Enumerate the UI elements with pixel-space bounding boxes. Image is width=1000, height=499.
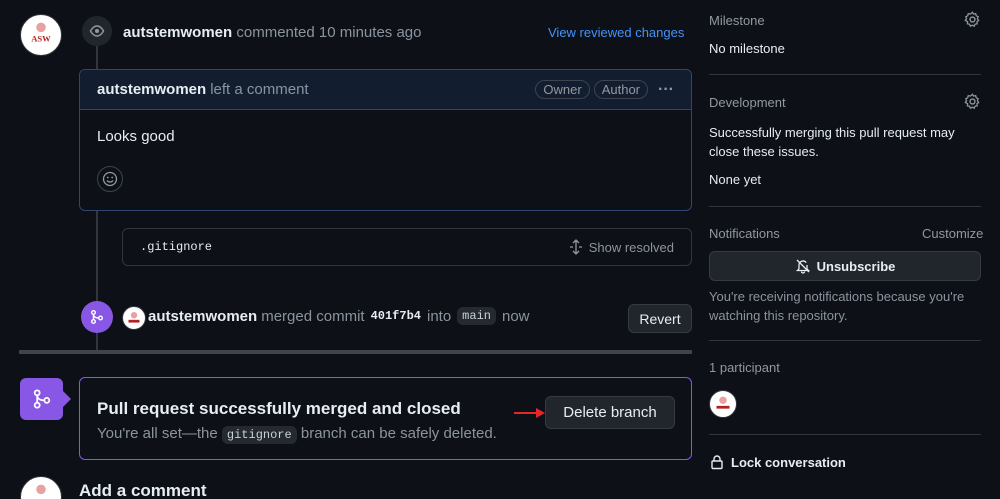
asw-logo-icon: ASW <box>21 15 61 55</box>
add-comment-heading: Add a comment <box>79 481 207 499</box>
notifications-title: Notifications <box>709 226 780 241</box>
merged-text: merged commit <box>261 307 365 325</box>
show-resolved-label: Show resolved <box>588 239 674 255</box>
bell-slash-icon <box>795 259 810 274</box>
lock-label: Lock conversation <box>731 454 846 470</box>
merged-desc: You're all set—the gitignore branch can … <box>97 425 497 444</box>
merged-status-icon <box>20 378 63 420</box>
merged-desc-before: You're all set—the <box>97 425 218 442</box>
author-link[interactable]: autstemwomen <box>97 81 206 98</box>
lock-conversation-link[interactable]: Lock conversation <box>709 454 846 470</box>
merged-title: Pull request successfully merged and clo… <box>97 399 461 418</box>
participant-avatar[interactable] <box>709 390 737 418</box>
participants-title: 1 participant <box>709 360 780 375</box>
merged-badge-icon <box>81 301 113 333</box>
sidebar-divider <box>709 206 981 207</box>
resolved-file-row[interactable]: .gitignore Show resolved <box>122 228 692 266</box>
svg-text:ASW: ASW <box>31 34 51 44</box>
more-options-icon[interactable]: ··· <box>658 81 674 99</box>
author-link[interactable]: autstemwomen <box>148 308 257 325</box>
event-text: commented 10 minutes ago <box>236 24 422 41</box>
comment-box: autstemwomen left a comment Owner Author… <box>79 69 692 211</box>
branch-chip[interactable]: gitignore <box>221 426 297 444</box>
into-text: into <box>426 307 452 325</box>
commit-link[interactable]: 401f7b4 <box>371 309 421 323</box>
unsubscribe-button[interactable]: Unsubscribe <box>709 251 981 281</box>
merged-box: Pull request successfully merged and clo… <box>79 377 692 460</box>
asw-logo-icon <box>21 477 61 499</box>
time-text: now <box>501 307 530 325</box>
unsubscribe-label: Unsubscribe <box>816 258 896 274</box>
milestone-value: No milestone <box>709 41 785 56</box>
smiley-icon <box>102 171 118 187</box>
branch-chip[interactable]: main <box>457 307 496 325</box>
customize-link[interactable]: Customize <box>922 226 983 241</box>
delete-branch-button[interactable]: Delete branch <box>545 396 675 429</box>
asw-logo-icon <box>123 307 145 329</box>
lock-icon <box>711 455 723 470</box>
avatar[interactable] <box>122 306 146 330</box>
notifications-text: You're receiving notifications because y… <box>709 289 965 323</box>
comment-action: left a comment <box>210 81 309 98</box>
development-title[interactable]: Development <box>709 95 786 110</box>
merged-desc-after: branch can be safely deleted. <box>300 425 497 442</box>
avatar[interactable]: ASW <box>20 14 62 56</box>
development-text: Successfully merging this pull request m… <box>709 125 955 159</box>
milestone-title[interactable]: Milestone <box>709 13 765 28</box>
timeline-divider <box>19 350 692 354</box>
owner-badge: Owner <box>535 80 590 99</box>
eye-icon <box>82 16 112 46</box>
comment-event-header: autstemwomen commented 10 minutes ago <box>123 24 421 41</box>
asw-logo-icon <box>710 391 736 417</box>
file-name: .gitignore <box>140 240 213 254</box>
comment-header: autstemwomen left a comment Owner Author… <box>80 70 691 110</box>
gear-icon[interactable] <box>964 11 981 28</box>
sidebar-divider <box>709 74 981 75</box>
pointer-arrow <box>63 391 71 407</box>
author-badge: Author <box>593 80 649 99</box>
add-reaction-button[interactable] <box>97 166 123 192</box>
sidebar-divider <box>709 340 981 341</box>
red-arrow-icon <box>514 408 545 418</box>
sidebar-divider <box>709 434 981 435</box>
merge-event-text: autstemwomen merged commit 401f7b4 into … <box>148 307 530 325</box>
comment-body: Looks good <box>97 128 175 145</box>
view-reviewed-changes-link[interactable]: View reviewed changes <box>548 25 684 40</box>
development-value: None yet <box>709 172 762 187</box>
revert-button[interactable]: Revert <box>628 304 692 333</box>
avatar[interactable] <box>20 476 62 499</box>
author-link[interactable]: autstemwomen <box>123 24 232 41</box>
gear-icon[interactable] <box>964 93 981 110</box>
unfold-icon <box>569 239 582 255</box>
